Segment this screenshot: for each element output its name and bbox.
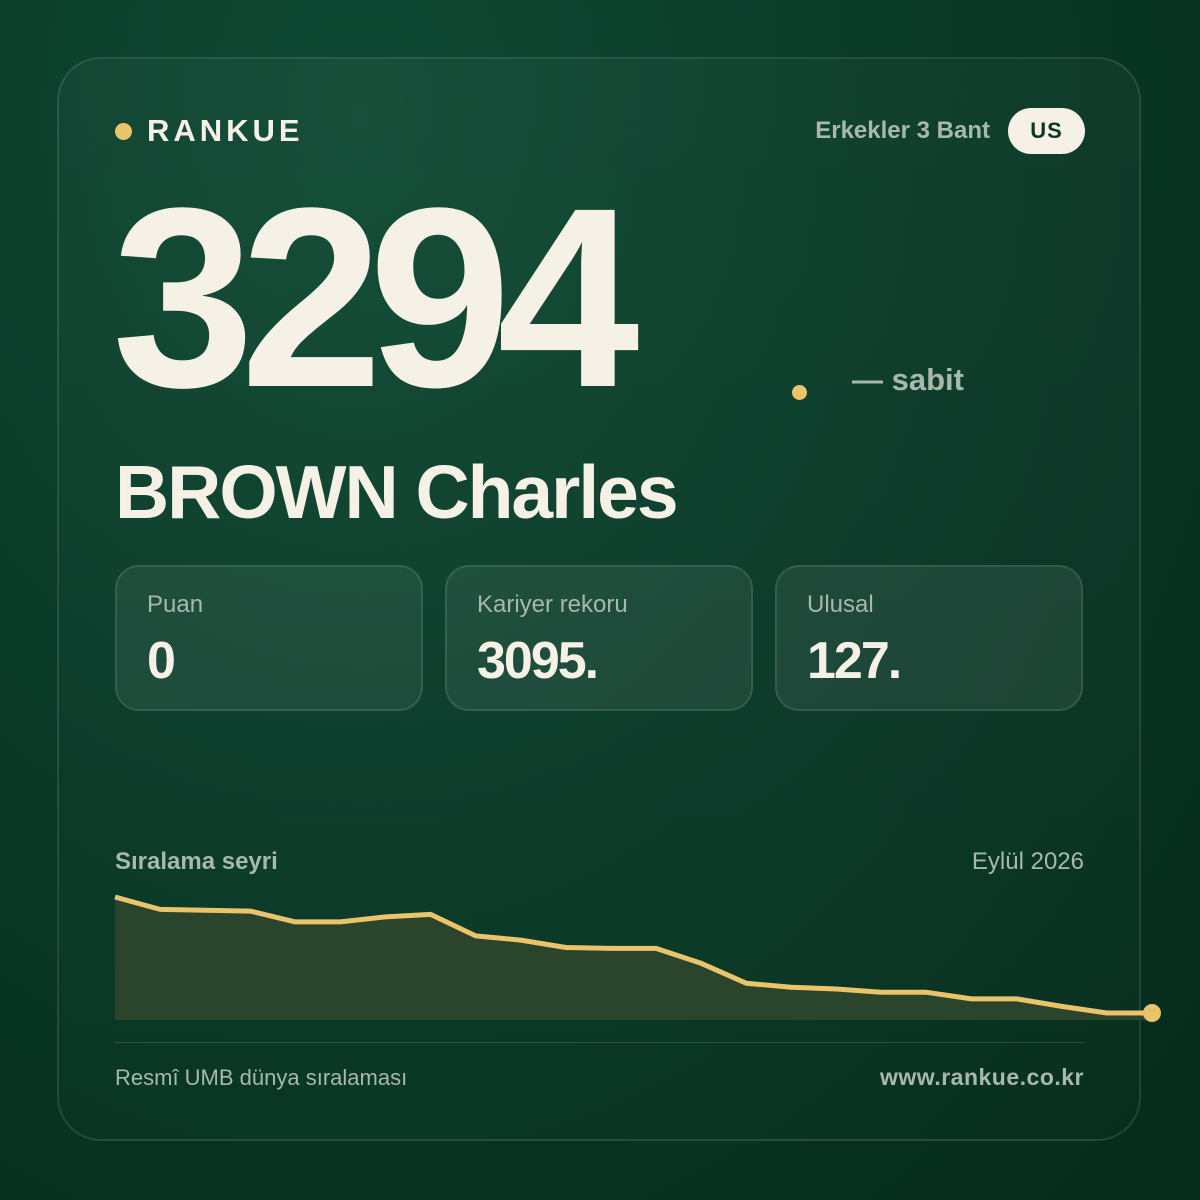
footer-divider: [115, 1042, 1085, 1043]
rank-history-chart: [114, 894, 1161, 1022]
footer-source: Resmî UMB dünya sıralaması: [115, 1065, 408, 1090]
footer-url: www.rankue.co.kr: [880, 1064, 1084, 1090]
chart-point-current: [1143, 1004, 1161, 1022]
